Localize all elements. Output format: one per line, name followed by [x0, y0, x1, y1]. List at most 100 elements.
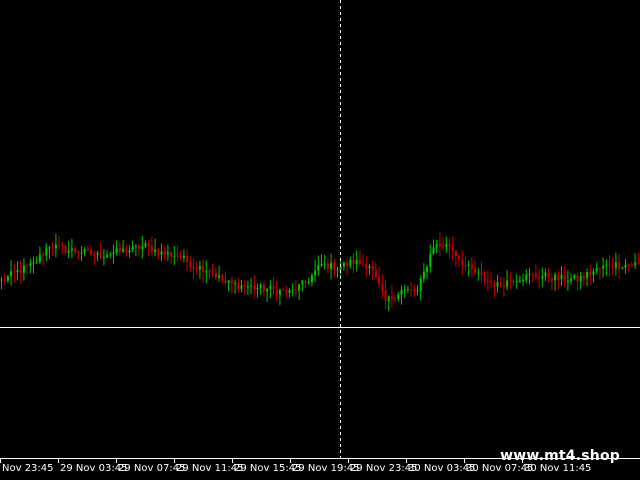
- candle-body: [474, 269, 477, 273]
- candle-body: [173, 255, 176, 257]
- candle-body: [246, 286, 249, 288]
- candle-body: [144, 243, 147, 247]
- candle-body: [70, 248, 73, 251]
- candle-body: [493, 282, 496, 288]
- candle-body: [499, 282, 502, 286]
- candle-body: [227, 280, 230, 283]
- candle-body: [208, 271, 211, 273]
- candle-body: [368, 266, 371, 269]
- candle-body: [486, 280, 489, 282]
- candle-body: [179, 256, 182, 259]
- candle-body: [160, 251, 163, 256]
- candle-body: [509, 280, 512, 282]
- candle-body: [61, 244, 64, 246]
- candle-body: [458, 256, 461, 260]
- candle-body: [272, 286, 275, 290]
- candle-body: [496, 282, 499, 288]
- candle-body: [224, 280, 227, 283]
- candle-body: [176, 255, 179, 257]
- candle-body: [480, 272, 483, 276]
- candle-body: [45, 248, 48, 256]
- candle-body: [307, 282, 310, 284]
- candle-body: [502, 285, 505, 287]
- candle-body: [26, 265, 29, 267]
- candle-body: [51, 247, 54, 249]
- candle-body: [442, 245, 445, 248]
- candle-body: [38, 254, 41, 263]
- candle-body: [166, 252, 169, 255]
- candle-body: [243, 285, 246, 287]
- candle-body: [147, 243, 150, 246]
- candle-body: [269, 286, 272, 290]
- candle-body: [426, 266, 429, 272]
- candle-body: [128, 250, 131, 253]
- candle-body: [282, 289, 285, 291]
- candle-body: [630, 264, 633, 266]
- candle-body: [634, 262, 637, 266]
- candle-body: [253, 285, 256, 290]
- candle-body: [432, 247, 435, 254]
- candle-body: [618, 262, 621, 269]
- candle-body: [3, 279, 6, 281]
- candle-body: [262, 284, 265, 292]
- candle-body: [602, 265, 605, 269]
- candle-body: [522, 280, 525, 282]
- candle-body: [218, 275, 221, 278]
- candle-body: [467, 264, 470, 266]
- candle-body: [16, 270, 19, 272]
- candle-body: [579, 275, 582, 282]
- candle-body: [557, 274, 560, 280]
- candle-body: [298, 284, 301, 291]
- candle-body: [256, 287, 259, 290]
- candle-body: [250, 285, 253, 287]
- candle-body: [278, 289, 281, 295]
- candle-body: [86, 248, 89, 251]
- candle-body: [550, 278, 553, 281]
- candle-body: [566, 281, 569, 283]
- candle-body: [58, 244, 61, 246]
- candle-body: [403, 289, 406, 291]
- candle-body: [154, 249, 157, 253]
- candle-body: [352, 259, 355, 265]
- candle-body: [285, 290, 288, 293]
- candle-body: [362, 263, 365, 265]
- candle-body: [131, 245, 134, 251]
- candle-body: [378, 276, 381, 285]
- candle-body: [54, 244, 57, 249]
- candle-body: [330, 262, 333, 270]
- candle-body: [506, 280, 509, 287]
- candle-body: [621, 267, 624, 269]
- candle-body: [288, 289, 291, 293]
- chart-background: [0, 0, 640, 480]
- candle-body: [237, 282, 240, 290]
- candle-body: [358, 259, 361, 264]
- candle-body: [394, 298, 397, 300]
- candle-body: [323, 263, 326, 265]
- candle-body: [397, 294, 400, 299]
- candle-body: [547, 272, 550, 279]
- candle-body: [515, 281, 518, 283]
- candle-body: [608, 264, 611, 267]
- candle-body: [346, 262, 349, 266]
- candle-body: [387, 296, 390, 302]
- candle-body: [0, 279, 3, 281]
- candle-body: [563, 274, 566, 282]
- candle-body: [586, 272, 589, 278]
- candle-body: [35, 262, 38, 264]
- candle-body: [490, 280, 493, 283]
- candle-body: [304, 280, 307, 284]
- candle-body: [19, 270, 22, 273]
- candle-body: [422, 271, 425, 279]
- candle-body: [582, 275, 585, 278]
- candle-body: [381, 284, 384, 291]
- candle-body: [611, 266, 614, 268]
- price-chart: Nov 23:45 29 Nov 03:4529 Nov 07:4529 Nov …: [0, 0, 640, 480]
- candle-body: [294, 289, 297, 291]
- candle-body: [435, 243, 438, 248]
- candle-body: [349, 259, 352, 266]
- candle-body: [80, 252, 83, 254]
- candle-body: [573, 275, 576, 279]
- candle-body: [365, 264, 368, 269]
- candle-body: [182, 255, 185, 259]
- candle-body: [317, 265, 320, 271]
